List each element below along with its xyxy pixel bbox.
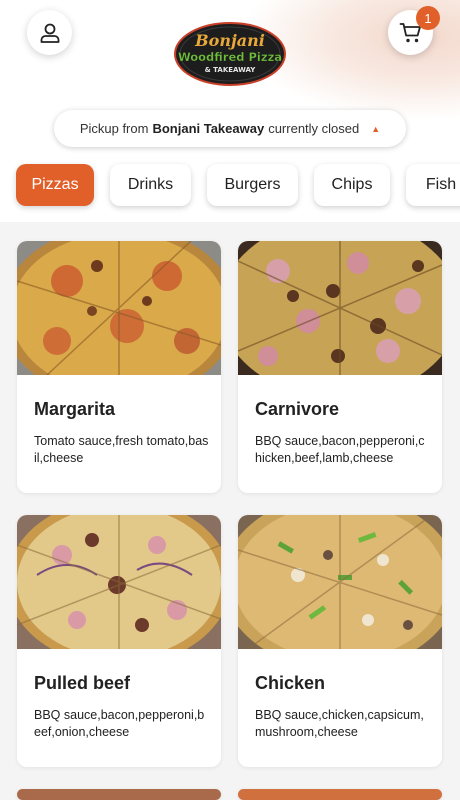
product-card-pulled-beef[interactable]: Pulled beef BBQ sauce,bacon,pepperoni,be… bbox=[17, 515, 221, 767]
pickup-selector[interactable]: Pickup from Bonjani Takeaway currently c… bbox=[54, 110, 406, 147]
product-description: BBQ sauce,chicken,capsicum,mushroom,chee… bbox=[255, 708, 424, 739]
pulled-beef-pizza-image bbox=[17, 515, 221, 666]
svg-text:Woodfired Pizza: Woodfired Pizza bbox=[178, 50, 282, 64]
tab-burgers[interactable]: Burgers bbox=[207, 164, 298, 206]
product-image-partial bbox=[238, 789, 442, 800]
product-description: BBQ sauce,bacon,pepperoni,beef,onion,che… bbox=[34, 708, 205, 739]
pickup-status: currently closed bbox=[268, 121, 360, 136]
svg-text:& TAKEAWAY: & TAKEAWAY bbox=[205, 66, 257, 74]
chicken-pizza-image bbox=[238, 515, 442, 670]
product-name: Chicken bbox=[255, 673, 326, 693]
pickup-prefix: Pickup from bbox=[79, 121, 149, 136]
product-name: Pulled beef bbox=[34, 673, 131, 693]
product-card-next[interactable] bbox=[17, 789, 221, 800]
account-button[interactable] bbox=[27, 10, 72, 55]
product-card-margarita[interactable]: Margarita Tomato sauce,fresh tomato,basi… bbox=[17, 241, 221, 493]
tab-chips[interactable]: Chips bbox=[314, 164, 390, 206]
tab-label: Burgers bbox=[224, 176, 281, 193]
user-icon bbox=[40, 23, 59, 43]
product-name: Carnivore bbox=[255, 399, 340, 419]
pickup-store-name: Bonjani Takeaway bbox=[152, 121, 265, 136]
product-card-carnivore[interactable]: Carnivore BBQ sauce,bacon,pepperoni,chic… bbox=[238, 241, 442, 493]
caret-up-icon: ▲ bbox=[371, 123, 381, 134]
tab-label: Chips bbox=[331, 176, 373, 193]
svg-text:Bonjani: Bonjani bbox=[194, 31, 265, 50]
tab-pizzas[interactable]: Pizzas bbox=[16, 164, 94, 206]
product-description: BBQ sauce,bacon,pepperoni,chicken,beef,l… bbox=[255, 434, 425, 465]
header: Bonjani Woodfired Pizza & TAKEAWAY 1 Pic… bbox=[0, 0, 460, 222]
carnivore-pizza-image bbox=[238, 241, 442, 398]
product-description: Tomato sauce,fresh tomato,basil,cheese bbox=[34, 434, 209, 465]
tab-label: Drinks bbox=[127, 176, 174, 193]
product-image-partial bbox=[17, 789, 221, 800]
bonjani-logo[interactable]: Bonjani Woodfired Pizza & TAKEAWAY bbox=[174, 22, 286, 86]
tab-label: Fish bbox=[425, 176, 457, 193]
product-name: Margarita bbox=[34, 399, 116, 419]
tab-label: Pizzas bbox=[31, 176, 79, 193]
product-card-next[interactable] bbox=[238, 789, 442, 800]
category-tabs: Pizzas Drinks Burgers Chips Fish bbox=[16, 164, 460, 206]
margarita-pizza-image bbox=[17, 241, 221, 401]
product-card-chicken[interactable]: Chicken BBQ sauce,chicken,capsicum,mushr… bbox=[238, 515, 442, 767]
tab-fish[interactable]: Fish bbox=[406, 164, 460, 206]
tab-drinks[interactable]: Drinks bbox=[110, 164, 191, 206]
cart-count-badge: 1 bbox=[416, 6, 440, 30]
